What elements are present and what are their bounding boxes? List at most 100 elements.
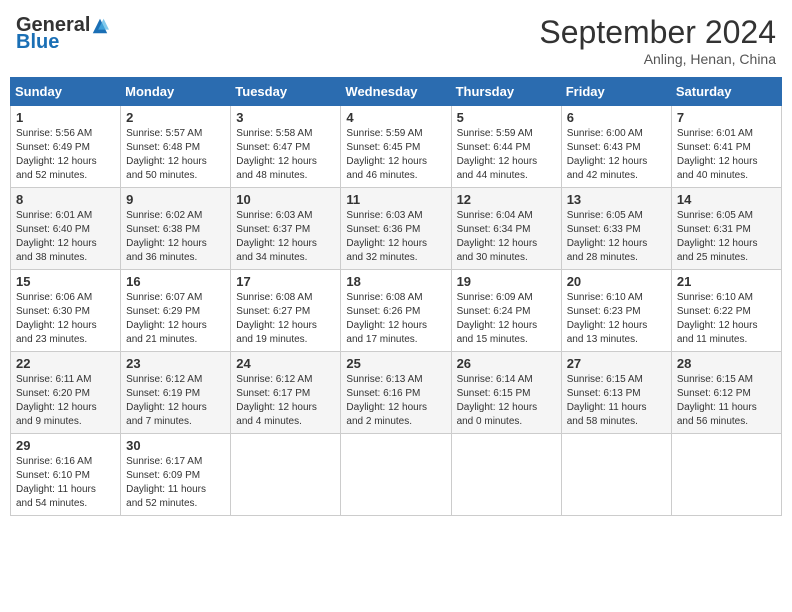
day-number: 19 xyxy=(457,274,556,289)
day-number: 4 xyxy=(346,110,445,125)
calendar-cell: 16Sunrise: 6:07 AMSunset: 6:29 PMDayligh… xyxy=(121,270,231,352)
logo-blue-text: Blue xyxy=(16,31,59,54)
cell-content: Sunrise: 5:56 AMSunset: 6:49 PMDaylight:… xyxy=(16,127,115,183)
calendar-cell: 28Sunrise: 6:15 AMSunset: 6:12 PMDayligh… xyxy=(671,352,781,434)
cell-content: Sunrise: 6:09 AMSunset: 6:24 PMDaylight:… xyxy=(457,291,556,347)
logo-icon xyxy=(91,17,109,35)
day-number: 11 xyxy=(346,192,445,207)
calendar-cell: 14 Sunrise: 6:05 AMSunset: 6:31 PMDayligh… xyxy=(671,188,781,270)
cell-content: Sunrise: 6:05 AMSunset: 6:31 PMDaylight:… xyxy=(677,209,776,265)
calendar-cell: 22Sunrise: 6:11 AMSunset: 6:20 PMDayligh… xyxy=(11,352,121,434)
calendar-cell: 24 Sunrise: 6:12 AMSunset: 6:17 PMDayligh… xyxy=(231,352,341,434)
cell-content: Sunrise: 6:04 AMSunset: 6:34 PMDaylight:… xyxy=(457,209,556,265)
weekday-header-saturday: Saturday xyxy=(671,78,781,106)
cell-content: Sunrise: 6:03 AMSunset: 6:37 PMDaylight:… xyxy=(236,209,335,265)
calendar-week-row: 15 Sunrise: 6:06 AMSunset: 6:30 PMDayligh… xyxy=(11,270,782,352)
calendar-cell: 5 Sunrise: 5:59 AMSunset: 6:44 PMDaylight… xyxy=(451,106,561,188)
day-number: 30 xyxy=(126,438,225,453)
calendar-cell: 9 Sunrise: 6:02 AMSunset: 6:38 PMDaylight… xyxy=(121,188,231,270)
calendar-week-row: 8 Sunrise: 6:01 AMSunset: 6:40 PMDaylight… xyxy=(11,188,782,270)
cell-content: Sunrise: 6:15 AMSunset: 6:13 PMDaylight:… xyxy=(567,373,666,429)
cell-content: Sunrise: 6:15 AMSunset: 6:12 PMDaylight:… xyxy=(677,373,776,429)
day-number: 14 xyxy=(677,192,776,207)
weekday-header-row: SundayMondayTuesdayWednesdayThursdayFrid… xyxy=(11,78,782,106)
cell-content: Sunrise: 6:01 AMSunset: 6:40 PMDaylight:… xyxy=(16,209,115,265)
calendar-cell: 23Sunrise: 6:12 AMSunset: 6:19 PMDayligh… xyxy=(121,352,231,434)
month-title: September 2024 xyxy=(539,14,776,51)
day-number: 20 xyxy=(567,274,666,289)
cell-content: Sunrise: 6:10 AMSunset: 6:23 PMDaylight:… xyxy=(567,291,666,347)
calendar-cell: 19 Sunrise: 6:09 AMSunset: 6:24 PMDayligh… xyxy=(451,270,561,352)
day-number: 6 xyxy=(567,110,666,125)
cell-content: Sunrise: 6:17 AMSunset: 6:09 PMDaylight:… xyxy=(126,455,225,511)
day-number: 2 xyxy=(126,110,225,125)
cell-content: Sunrise: 6:13 AMSunset: 6:16 PMDaylight:… xyxy=(346,373,445,429)
cell-content: Sunrise: 6:01 AMSunset: 6:41 PMDaylight:… xyxy=(677,127,776,183)
calendar-cell: 18 Sunrise: 6:08 AMSunset: 6:26 PMDayligh… xyxy=(341,270,451,352)
calendar-cell: 7 Sunrise: 6:01 AMSunset: 6:41 PMDaylight… xyxy=(671,106,781,188)
weekday-header-friday: Friday xyxy=(561,78,671,106)
calendar-cell: 26 Sunrise: 6:14 AMSunset: 6:15 PMDayligh… xyxy=(451,352,561,434)
day-number: 7 xyxy=(677,110,776,125)
weekday-header-tuesday: Tuesday xyxy=(231,78,341,106)
page-header: General Blue September 2024 Anling, Hena… xyxy=(10,10,782,71)
day-number: 21 xyxy=(677,274,776,289)
day-number: 27 xyxy=(567,356,666,371)
logo: General Blue xyxy=(16,14,109,54)
weekday-header-thursday: Thursday xyxy=(451,78,561,106)
cell-content: Sunrise: 6:10 AMSunset: 6:22 PMDaylight:… xyxy=(677,291,776,347)
calendar-week-row: 29Sunrise: 6:16 AMSunset: 6:10 PMDayligh… xyxy=(11,434,782,516)
cell-content: Sunrise: 6:14 AMSunset: 6:15 PMDaylight:… xyxy=(457,373,556,429)
calendar-cell: 4 Sunrise: 5:59 AMSunset: 6:45 PMDaylight… xyxy=(341,106,451,188)
cell-content: Sunrise: 6:05 AMSunset: 6:33 PMDaylight:… xyxy=(567,209,666,265)
calendar-cell: 3Sunrise: 5:58 AMSunset: 6:47 PMDaylight… xyxy=(231,106,341,188)
cell-content: Sunrise: 6:08 AMSunset: 6:27 PMDaylight:… xyxy=(236,291,335,347)
calendar-cell: 15 Sunrise: 6:06 AMSunset: 6:30 PMDayligh… xyxy=(11,270,121,352)
day-number: 18 xyxy=(346,274,445,289)
day-number: 5 xyxy=(457,110,556,125)
day-number: 8 xyxy=(16,192,115,207)
calendar-cell xyxy=(231,434,341,516)
cell-content: Sunrise: 6:06 AMSunset: 6:30 PMDaylight:… xyxy=(16,291,115,347)
cell-content: Sunrise: 6:12 AMSunset: 6:17 PMDaylight:… xyxy=(236,373,335,429)
calendar-cell xyxy=(341,434,451,516)
title-block: September 2024 Anling, Henan, China xyxy=(539,14,776,67)
day-number: 10 xyxy=(236,192,335,207)
day-number: 17 xyxy=(236,274,335,289)
day-number: 1 xyxy=(16,110,115,125)
calendar-cell: 10 Sunrise: 6:03 AMSunset: 6:37 PMDayligh… xyxy=(231,188,341,270)
day-number: 24 xyxy=(236,356,335,371)
cell-content: Sunrise: 5:59 AMSunset: 6:44 PMDaylight:… xyxy=(457,127,556,183)
day-number: 13 xyxy=(567,192,666,207)
calendar-table: SundayMondayTuesdayWednesdayThursdayFrid… xyxy=(10,77,782,516)
day-number: 12 xyxy=(457,192,556,207)
calendar-cell: 1 Sunrise: 5:56 AMSunset: 6:49 PMDaylight… xyxy=(11,106,121,188)
cell-content: Sunrise: 6:02 AMSunset: 6:38 PMDaylight:… xyxy=(126,209,225,265)
cell-content: Sunrise: 5:59 AMSunset: 6:45 PMDaylight:… xyxy=(346,127,445,183)
calendar-cell: 21 Sunrise: 6:10 AMSunset: 6:22 PMDayligh… xyxy=(671,270,781,352)
day-number: 9 xyxy=(126,192,225,207)
calendar-cell: 6Sunrise: 6:00 AMSunset: 6:43 PMDaylight… xyxy=(561,106,671,188)
cell-content: Sunrise: 6:03 AMSunset: 6:36 PMDaylight:… xyxy=(346,209,445,265)
calendar-cell: 20 Sunrise: 6:10 AMSunset: 6:23 PMDayligh… xyxy=(561,270,671,352)
calendar-cell xyxy=(671,434,781,516)
day-number: 26 xyxy=(457,356,556,371)
day-number: 15 xyxy=(16,274,115,289)
calendar-cell: 29Sunrise: 6:16 AMSunset: 6:10 PMDayligh… xyxy=(11,434,121,516)
calendar-cell: 25Sunrise: 6:13 AMSunset: 6:16 PMDayligh… xyxy=(341,352,451,434)
cell-content: Sunrise: 5:58 AMSunset: 6:47 PMDaylight:… xyxy=(236,127,335,183)
cell-content: Sunrise: 6:11 AMSunset: 6:20 PMDaylight:… xyxy=(16,373,115,429)
cell-content: Sunrise: 5:57 AMSunset: 6:48 PMDaylight:… xyxy=(126,127,225,183)
weekday-header-wednesday: Wednesday xyxy=(341,78,451,106)
calendar-cell: 11 Sunrise: 6:03 AMSunset: 6:36 PMDayligh… xyxy=(341,188,451,270)
calendar-week-row: 1 Sunrise: 5:56 AMSunset: 6:49 PMDaylight… xyxy=(11,106,782,188)
calendar-cell xyxy=(561,434,671,516)
cell-content: Sunrise: 6:08 AMSunset: 6:26 PMDaylight:… xyxy=(346,291,445,347)
weekday-header-monday: Monday xyxy=(121,78,231,106)
cell-content: Sunrise: 6:07 AMSunset: 6:29 PMDaylight:… xyxy=(126,291,225,347)
location: Anling, Henan, China xyxy=(539,51,776,67)
weekday-header-sunday: Sunday xyxy=(11,78,121,106)
day-number: 29 xyxy=(16,438,115,453)
calendar-cell xyxy=(451,434,561,516)
day-number: 23 xyxy=(126,356,225,371)
